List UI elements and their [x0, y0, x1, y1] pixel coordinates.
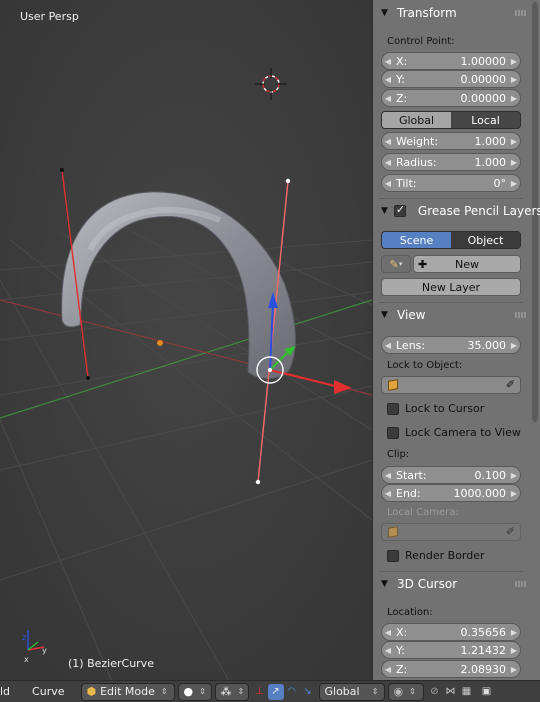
render-border-checkbox[interactable]: Render Border — [387, 549, 485, 562]
render-icon[interactable]: ▣ — [479, 684, 495, 700]
snap-element-icon[interactable]: ⋈ — [443, 684, 459, 700]
control-point-y-field[interactable]: ◀ Y: 0.00000 ▶ — [381, 70, 521, 88]
svg-text:x: x — [24, 655, 29, 664]
rotate-manipulator-icon[interactable]: ◠ — [284, 684, 300, 700]
properties-sidebar[interactable]: ▼ Transform Control Point: ◀ X: 1.00000 ▶ ◀… — [372, 0, 540, 680]
control-point-label: Control Point: — [387, 36, 455, 47]
new-layer-button[interactable]: New Layer — [381, 278, 521, 296]
collapse-triangle-icon[interactable]: ▼ — [381, 206, 388, 216]
svg-text:y: y — [42, 646, 47, 655]
panel-divider — [379, 302, 523, 303]
transform-title: Transform — [397, 6, 457, 20]
new-grease-pencil-button[interactable]: ✚ New — [413, 255, 521, 273]
scale-manipulator-icon[interactable]: ↘ — [300, 684, 316, 700]
curve-menu[interactable]: Curve — [28, 683, 68, 701]
local-camera-field: ✐ — [381, 523, 521, 541]
manipulator-toggle-icon[interactable]: ⊥ — [252, 684, 268, 700]
drag-grip-icon[interactable] — [515, 581, 527, 587]
add-menu[interactable]: ld — [0, 683, 14, 701]
panel-divider — [379, 198, 523, 199]
coordinate-space-toggle[interactable]: Global Local — [381, 111, 521, 129]
local-button[interactable]: Local — [451, 112, 520, 128]
cursor-location-label: Location: — [387, 607, 433, 618]
shading-sphere-icon: ● — [183, 685, 194, 698]
cursor-z-field[interactable]: ◀ Z: 2.08930 ▶ — [381, 660, 521, 678]
clip-end-field[interactable]: ◀ End: 1000.000 ▶ — [381, 484, 521, 502]
transform-orientation-selector[interactable]: Global ⇕ — [318, 682, 385, 701]
grease-pencil-title: Grease Pencil Layers — [417, 204, 540, 218]
snap-target-icon[interactable]: ▦ — [459, 684, 475, 700]
mode-selector[interactable]: ⬢ Edit Mode ⇕ — [80, 682, 175, 701]
snap-magnet-icon[interactable]: ⊘ — [427, 684, 443, 700]
control-point-x-field[interactable]: ◀ X: 1.00000 ▶ — [381, 52, 521, 70]
viewport-shading-selector[interactable]: ● ⇕ — [177, 682, 212, 701]
chevron-down-icon: ⇕ — [160, 687, 168, 696]
camera-object-icon — [388, 526, 398, 538]
proportional-icon: ◉ — [393, 685, 404, 698]
control-point-z-field[interactable]: ◀ Z: 0.00000 ▶ — [381, 89, 521, 107]
pencil-datablock-menu[interactable]: ✎ ▾ — [381, 255, 411, 273]
lens-field[interactable]: ◀ Lens: 35.000 ▶ — [381, 336, 521, 354]
grease-pencil-panel-header[interactable]: ▼ Grease Pencil Layers — [373, 200, 540, 222]
object-cube-icon — [388, 379, 398, 391]
view-title: View — [397, 308, 426, 322]
3d-cursor-panel-header[interactable]: ▼ 3D Cursor — [373, 573, 531, 595]
drag-grip-icon[interactable] — [515, 312, 527, 318]
eyedropper-icon[interactable]: ✐ — [506, 378, 515, 391]
global-button[interactable]: Global — [382, 112, 451, 128]
drag-grip-icon[interactable] — [515, 10, 527, 16]
increment-arrow-icon: ▶ — [510, 56, 518, 66]
clip-label: Clip: — [387, 449, 410, 460]
panel-divider — [379, 571, 523, 572]
scene-button[interactable]: Scene — [382, 232, 451, 248]
lock-to-cursor-checkbox[interactable]: Lock to Cursor — [387, 402, 484, 415]
object-origin — [157, 340, 163, 346]
cursor-y-field[interactable]: ◀ Y: 1.21432 ▶ — [381, 641, 521, 659]
left-handle-top-point[interactable] — [60, 168, 64, 172]
collapse-triangle-icon[interactable]: ▼ — [381, 310, 391, 320]
edit-mode-icon: ⬢ — [86, 685, 97, 698]
3d-viewport[interactable]: z x y User Persp (1) BezierCurve — [0, 0, 372, 680]
lock-object-field[interactable]: ✐ — [381, 376, 521, 394]
svg-text:z: z — [22, 633, 26, 642]
cursor-x-field[interactable]: ◀ X: 0.35656 ▶ — [381, 623, 521, 641]
grease-pencil-enable-checkbox[interactable] — [393, 203, 412, 217]
proportional-editing-selector[interactable]: ◉ ⇕ — [387, 682, 424, 701]
right-handle-top-point[interactable] — [285, 178, 291, 184]
view-perspective-label: User Persp — [20, 10, 79, 23]
transform-panel-header[interactable]: ▼ Transform — [373, 2, 531, 24]
weight-field[interactable]: ◀ Weight: 1.000 ▶ — [381, 132, 521, 150]
plus-icon: ✚ — [418, 257, 428, 271]
viewport-header-bar: ld Curve ⬢ Edit Mode ⇕ ● ⇕ ⁂ ⇕ ⊥ ↗ ◠ ↘ Glob… — [0, 680, 540, 702]
pivot-point-selector[interactable]: ⁂ ⇕ — [214, 682, 249, 701]
tilt-field[interactable]: ◀ Tilt: 0° ▶ — [381, 174, 521, 192]
right-handle-bottom-point[interactable] — [255, 479, 261, 485]
object-button[interactable]: Object — [451, 232, 520, 248]
lock-camera-to-view-checkbox[interactable]: Lock Camera to View — [387, 426, 521, 439]
pencil-icon: ✎ — [389, 257, 399, 271]
viewport-scene[interactable]: z x y — [0, 0, 372, 680]
active-object-label: (1) BezierCurve — [68, 657, 154, 670]
translate-manipulator-icon[interactable]: ↗ — [267, 683, 284, 700]
collapse-triangle-icon[interactable]: ▼ — [381, 8, 391, 18]
view-panel-header[interactable]: ▼ View — [373, 304, 531, 326]
collapse-triangle-icon[interactable]: ▼ — [381, 579, 391, 589]
clip-start-field[interactable]: ◀ Start: 0.100 ▶ — [381, 466, 521, 484]
lock-to-object-label: Lock to Object: — [387, 360, 463, 371]
decrement-arrow-icon: ◀ — [384, 56, 392, 66]
pivot-icon: ⁂ — [220, 685, 232, 698]
eyedropper-icon: ✐ — [505, 525, 515, 538]
left-handle-bottom-point[interactable] — [86, 376, 90, 380]
grease-pencil-source-toggle[interactable]: Scene Object — [381, 231, 521, 249]
3d-cursor-title: 3D Cursor — [397, 577, 458, 591]
radius-field[interactable]: ◀ Radius: 1.000 ▶ — [381, 153, 521, 171]
local-camera-label: Local Camera: — [387, 507, 459, 518]
